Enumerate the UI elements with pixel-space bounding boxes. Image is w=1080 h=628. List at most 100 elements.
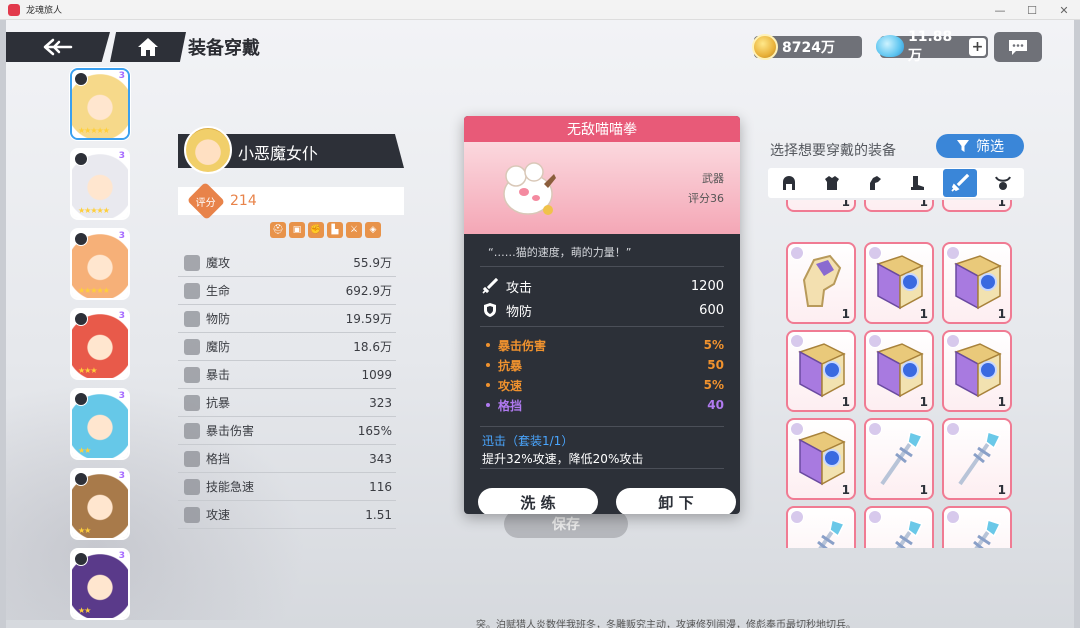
tab-gauntlet[interactable] — [858, 169, 892, 197]
item-detail-popup: 无敌喵喵拳 武器 评分36 “……猫的速度，萌的力量！” 攻击 1200 物防 — [464, 116, 740, 514]
stat-icon — [184, 506, 200, 523]
staff-item-icon — [880, 431, 924, 486]
background-caption: 突。泊赋猎人炎数伴我班冬，冬雕贩究主动，攻速修列闹漫，修彪奉币最切秒地切兵。 — [476, 620, 856, 628]
chat-button[interactable] — [994, 32, 1042, 62]
equipment-item-card[interactable]: 1 — [864, 418, 934, 500]
item-count: 1 — [841, 395, 850, 409]
character-card[interactable]: 3 ★★★★★ — [70, 68, 130, 140]
bullet-icon — [486, 383, 490, 387]
gauntlet-item-icon — [802, 254, 842, 307]
character-card[interactable]: 3 ★★ — [70, 388, 130, 460]
stat-icon — [184, 282, 200, 299]
equipment-category-tabs — [768, 168, 1024, 198]
equipment-item-card[interactable] — [942, 506, 1012, 548]
tab-armor[interactable] — [815, 169, 849, 197]
tab-helmet[interactable] — [772, 169, 806, 197]
home-button[interactable] — [110, 32, 186, 62]
equipment-item-card[interactable]: 1 — [942, 242, 1012, 324]
equipment-item-card[interactable]: 1 — [786, 242, 856, 324]
back-button[interactable] — [6, 32, 110, 62]
owner-avatar-icon — [946, 510, 960, 524]
minimize-button[interactable]: — — [984, 0, 1016, 20]
reforge-button[interactable]: 洗 练 — [478, 488, 598, 514]
sub-stat-value: 40 — [707, 398, 724, 412]
equipment-item-card[interactable]: 1 — [942, 418, 1012, 500]
equipment-item-card[interactable] — [864, 506, 934, 548]
tab-weapon[interactable] — [942, 169, 977, 197]
unequip-button[interactable]: 卸 下 — [616, 488, 736, 514]
bullet-icon — [486, 403, 490, 407]
equipment-item-card[interactable]: 1 — [786, 330, 856, 412]
stat-value: 692.9万 — [345, 284, 392, 298]
close-button[interactable]: ✕ — [1048, 0, 1080, 20]
divider — [480, 266, 724, 267]
sub-stat-name: 暴击伤害 — [498, 338, 547, 353]
item-count: 1 — [919, 395, 928, 409]
owner-avatar-icon — [790, 334, 804, 348]
score-badge-icon: 评分 — [186, 181, 226, 221]
page-title: 装备穿戴 — [188, 38, 260, 59]
tab-amulet[interactable] — [986, 169, 1020, 197]
character-stars: ★★★★★ — [78, 126, 110, 135]
equipment-item-card[interactable]: 1 — [864, 242, 934, 324]
gold-coin-icon — [752, 34, 778, 60]
divider — [480, 326, 724, 327]
app-icon — [8, 3, 20, 16]
gem-icon — [876, 35, 904, 57]
stat-value: 18.6万 — [353, 340, 392, 354]
equipment-item-card[interactable] — [786, 506, 856, 548]
stat-icon — [184, 450, 200, 467]
character-card[interactable]: 3 ★★★ — [70, 308, 130, 380]
character-list[interactable]: 3 ★★★★★ 3 ★★★★★ 3 ★★★★★ 3 ★★★ 3 ★★ 3 ★★ 3 ★★ — [70, 68, 132, 620]
character-level-mark: 3 — [118, 231, 125, 241]
owner-avatar-icon — [946, 246, 960, 260]
staff-item-icon — [958, 431, 1002, 486]
stat-icon — [184, 366, 200, 383]
stat-name: 格挡 — [206, 452, 231, 466]
helmet-icon — [783, 176, 796, 190]
item-count: 1 — [919, 483, 928, 497]
owner-avatar-icon — [868, 422, 882, 436]
character-card[interactable]: 3 ★★ — [70, 468, 130, 540]
add-gems-button[interactable]: + — [969, 38, 986, 56]
gauntlet-icon — [869, 176, 881, 190]
stat-name: 暴击伤害 — [206, 424, 255, 438]
stat-row: 物防 19.59万 — [178, 305, 396, 333]
save-button[interactable]: 保存 — [504, 510, 628, 538]
maximize-button[interactable]: ☐ — [1016, 0, 1048, 20]
owner-avatar-icon — [946, 334, 960, 348]
stat-row: 生命 692.9万 — [178, 277, 396, 305]
sub-stat-value: 5% — [703, 338, 724, 352]
equipment-item-card[interactable]: 1 — [786, 418, 856, 500]
weapon-icon — [951, 173, 970, 192]
back-arrow-icon — [43, 38, 73, 56]
class-badge-icon — [74, 312, 88, 326]
equipment-item-card[interactable]: 1 — [864, 330, 934, 412]
stat-row: 暴击伤害 165% — [178, 417, 396, 445]
equipment-item-card[interactable]: 1 — [942, 330, 1012, 412]
stat-icon — [184, 394, 200, 411]
item-type: 武器 — [702, 172, 724, 185]
tab-boots[interactable] — [900, 169, 934, 197]
filter-button[interactable]: 筛选 — [936, 134, 1024, 158]
stat-value: 343 — [369, 451, 392, 466]
book-item-icon — [954, 343, 1002, 398]
character-stars: ★★ — [78, 526, 91, 535]
equipment-item-card[interactable]: 1 — [864, 200, 934, 212]
stat-value: 116 — [369, 479, 392, 494]
character-card[interactable]: 3 ★★★★★ — [70, 228, 130, 300]
sub-stat-name: 攻速 — [498, 378, 523, 393]
gauntlet-slot-icon: ✊ — [308, 222, 324, 238]
item-count: 1 — [997, 395, 1006, 409]
character-card[interactable]: 3 ★★★★★ — [70, 148, 130, 220]
owner-avatar-icon — [868, 334, 882, 348]
equipment-item-card[interactable]: 1 — [786, 200, 856, 212]
equipment-item-card[interactable]: 1 — [942, 200, 1012, 212]
sub-stat-value: 5% — [703, 378, 724, 392]
main-stat-name: 物防 — [506, 304, 533, 320]
book-item-icon — [876, 343, 924, 398]
window-titlebar: 龙魂旅人 — ☐ ✕ — [0, 0, 1080, 20]
character-card[interactable]: 3 ★★ — [70, 548, 130, 620]
character-level-mark: 3 — [118, 391, 125, 401]
equipment-slot-icons: ⛑ ▣ ✊ ▙ ⚔ ◈ — [270, 222, 381, 238]
